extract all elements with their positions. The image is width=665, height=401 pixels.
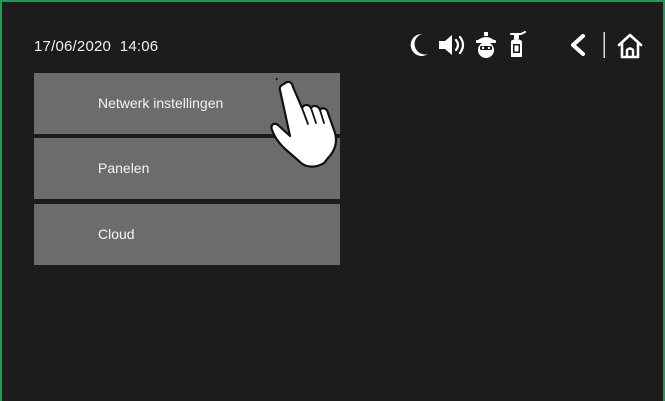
menu-item-label: Netwerk instellingen [98, 95, 224, 111]
fire-extinguisher-icon[interactable] [507, 31, 529, 59]
menu-item-label: Cloud [98, 226, 135, 242]
menu-item-label: Panelen [98, 160, 150, 176]
menu-item-panels[interactable]: Panelen [34, 138, 340, 199]
speaker-icon[interactable] [438, 33, 468, 57]
menu-item-cloud[interactable]: Cloud [34, 204, 340, 265]
burglar-icon[interactable] [474, 31, 498, 59]
moon-icon[interactable] [407, 32, 429, 58]
home-icon[interactable] [616, 33, 644, 59]
date-time-display: 17/06/2020 14:06 [34, 38, 159, 55]
toolbar-divider [603, 32, 606, 58]
back-icon[interactable] [569, 34, 587, 56]
device-screen: 17/06/2020 14:06 Netwerk instellingen Pa… [0, 0, 665, 401]
menu-item-network-settings[interactable]: Netwerk instellingen [34, 73, 340, 134]
